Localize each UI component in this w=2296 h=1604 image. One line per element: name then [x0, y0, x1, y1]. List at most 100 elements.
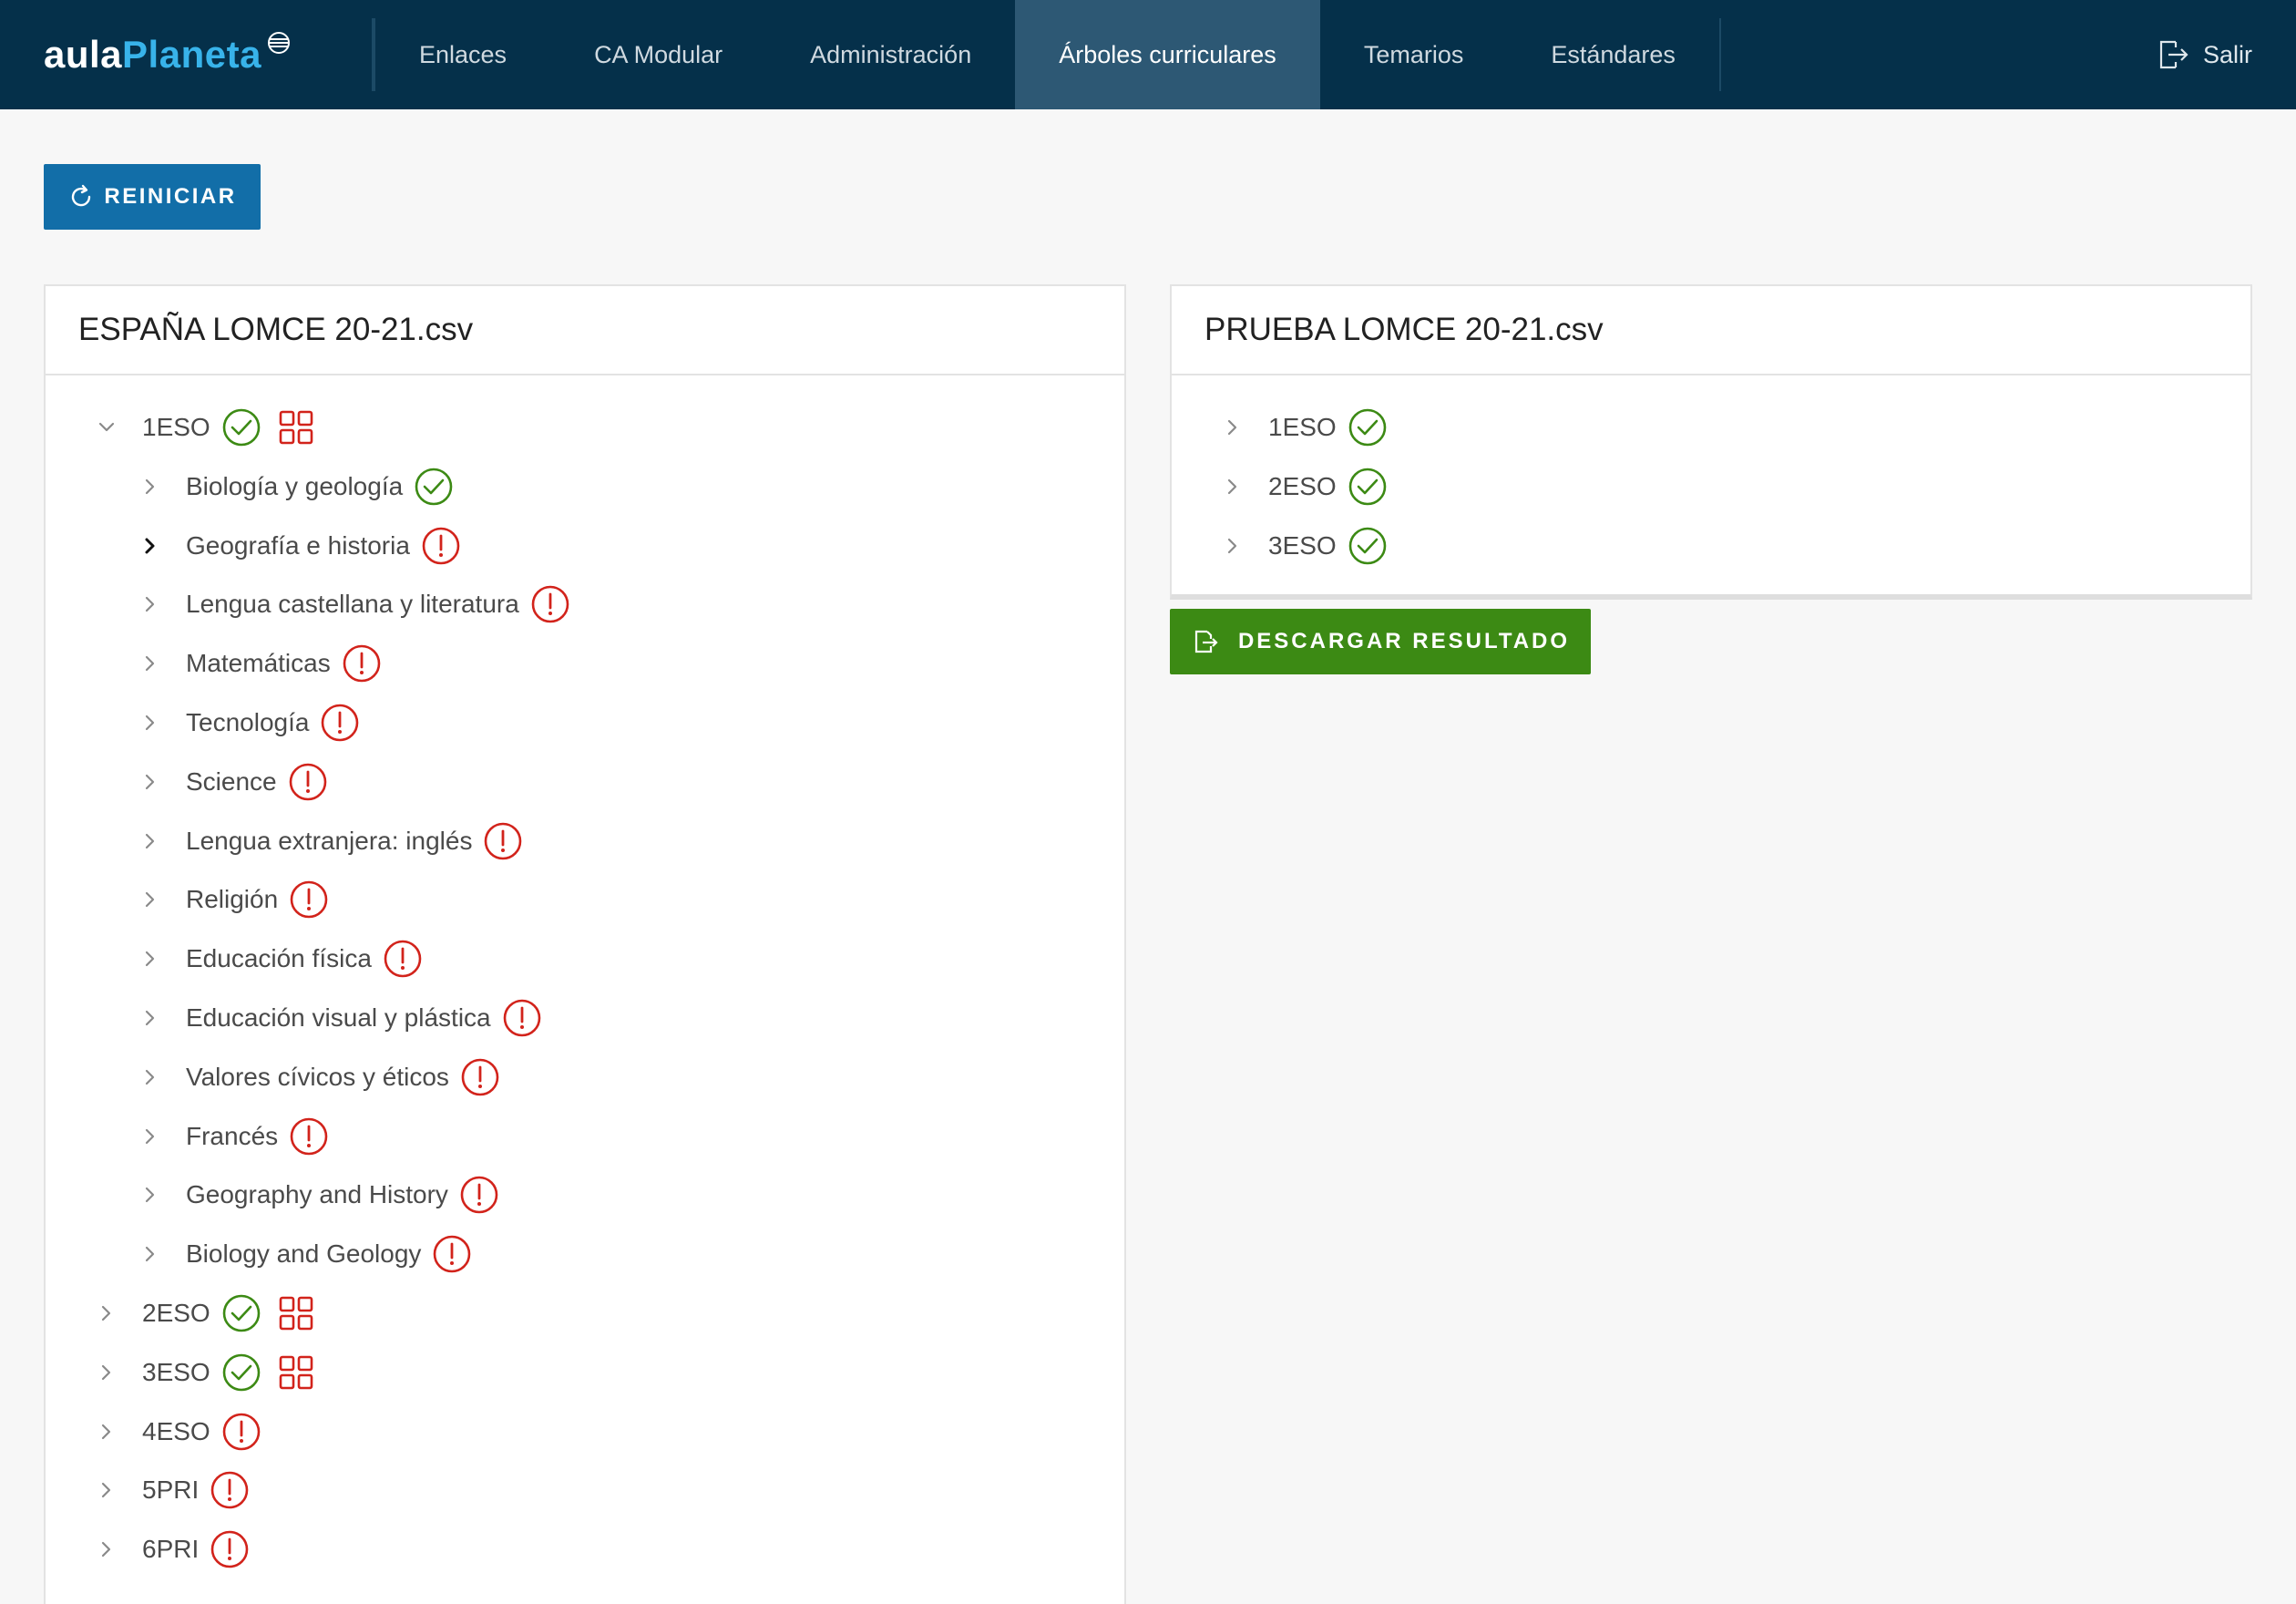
source-panel-title: ESPAÑA LOMCE 20-21.csv	[46, 286, 1124, 375]
globe-icon	[267, 32, 290, 54]
tree-node-label: Educación visual y plástica	[186, 1003, 491, 1032]
chevron-right-icon[interactable]	[140, 889, 160, 910]
chevron-right-icon[interactable]	[140, 713, 160, 733]
chevron-right-icon[interactable]	[140, 653, 160, 673]
nav-divider	[1718, 18, 1721, 91]
tree-node-label: 2ESO	[1268, 471, 1337, 500]
download-result-button[interactable]: DESCARGAR RESULTADO	[1170, 609, 1591, 674]
chevron-right-icon[interactable]	[1223, 536, 1243, 556]
tree-row[interactable]: Lengua castellana y literatura	[140, 577, 579, 632]
warning-circle-icon	[421, 526, 461, 566]
tree-node-label: 3ESO	[142, 1357, 210, 1386]
chevron-right-icon[interactable]	[140, 831, 160, 851]
brand-logo[interactable]: aula Planeta	[0, 18, 374, 91]
chevron-right-icon[interactable]	[140, 772, 160, 792]
nav-item-5[interactable]: Estándares	[1507, 0, 1719, 109]
chevron-right-icon[interactable]	[140, 1185, 160, 1205]
chevron-right-icon[interactable]	[97, 1422, 117, 1442]
chevron-right-icon[interactable]	[140, 1067, 160, 1087]
chevron-right-icon[interactable]	[97, 1539, 117, 1559]
result-panel-title: PRUEBA LOMCE 20-21.csv	[1172, 286, 2250, 375]
chevron-right-icon[interactable]	[97, 1480, 117, 1500]
check-circle-icon	[1348, 407, 1388, 447]
warning-circle-icon	[383, 939, 423, 979]
chevron-down-icon[interactable]	[97, 417, 117, 437]
check-circle-icon	[221, 407, 261, 447]
tree-row[interactable]: Lengua extranjera: inglés	[140, 814, 532, 869]
brand-name-part2: Planeta	[122, 33, 261, 76]
chevron-right-icon[interactable]	[1223, 417, 1243, 437]
tree-node-label: 2ESO	[142, 1299, 210, 1327]
tree-row[interactable]: Science	[140, 755, 337, 809]
chevron-right-icon[interactable]	[140, 1244, 160, 1264]
tree-row[interactable]: 3ESO	[1223, 519, 1397, 573]
nav-item-4[interactable]: Temarios	[1320, 0, 1508, 109]
tree-row[interactable]: 4ESO	[97, 1404, 271, 1459]
tree-row[interactable]: 3ESO	[97, 1345, 323, 1400]
tree-row[interactable]: Geografía e historia	[140, 519, 470, 573]
warning-circle-icon	[210, 1529, 250, 1569]
warning-circle-icon	[288, 762, 328, 802]
chevron-right-icon[interactable]	[140, 1126, 160, 1146]
reset-button[interactable]: REINICIAR	[44, 164, 261, 230]
tree-row[interactable]: Geography and History	[140, 1167, 508, 1222]
grid-view-icon[interactable]	[278, 1295, 314, 1332]
warning-circle-icon	[432, 1234, 472, 1274]
tree-node-label: 1ESO	[1268, 413, 1337, 441]
tree-node-label: 3ESO	[1268, 530, 1337, 560]
tree-row[interactable]: Biología y geología	[140, 459, 463, 514]
chevron-right-icon[interactable]	[140, 536, 160, 556]
nav-item-0[interactable]: Enlaces	[375, 0, 550, 109]
check-circle-icon	[414, 467, 454, 507]
tree-node-label: Matemáticas	[186, 649, 331, 678]
nav-item-3[interactable]: Árboles curriculares	[1015, 0, 1320, 109]
tree-row[interactable]: 6PRI	[97, 1522, 259, 1577]
export-file-icon	[1194, 630, 1218, 653]
chevron-right-icon[interactable]	[1223, 477, 1243, 497]
exit-label: Salir	[2202, 40, 2252, 68]
chevron-right-icon[interactable]	[140, 594, 160, 614]
check-circle-icon	[1348, 467, 1388, 507]
tree-node-label: 1ESO	[142, 413, 210, 441]
tree-node-label: 4ESO	[142, 1416, 210, 1445]
tree-row[interactable]: Valores cívicos y éticos	[140, 1050, 509, 1105]
nav-item-2[interactable]: Administración	[766, 0, 1015, 109]
logout-icon	[2159, 40, 2188, 69]
tree-row[interactable]: Biology and Geology	[140, 1227, 481, 1281]
tree-row[interactable]: 2ESO	[97, 1286, 323, 1341]
reset-label: REINICIAR	[104, 184, 237, 209]
tree-row[interactable]: 2ESO	[1223, 459, 1397, 514]
tree-node-label: Biology and Geology	[186, 1239, 422, 1269]
warning-circle-icon	[210, 1470, 250, 1510]
tree-row[interactable]: 1ESO	[97, 400, 323, 455]
tree-row[interactable]: 5PRI	[97, 1463, 259, 1517]
tree-node-label: 5PRI	[142, 1475, 200, 1505]
warning-circle-icon	[289, 1116, 329, 1157]
check-circle-icon	[1348, 526, 1388, 566]
grid-view-icon[interactable]	[278, 409, 314, 446]
nav-item-1[interactable]: CA Modular	[550, 0, 766, 109]
tree-row[interactable]: Educación física	[140, 931, 432, 986]
tree-row[interactable]: Francés	[140, 1109, 338, 1164]
chevron-right-icon[interactable]	[97, 1303, 117, 1323]
tree-node-label: Educación física	[186, 944, 372, 973]
warning-circle-icon	[483, 821, 523, 861]
tree-node-label: Tecnología	[186, 708, 310, 736]
tree-row[interactable]: 1ESO	[1223, 400, 1397, 455]
tree-row[interactable]: Matemáticas	[140, 636, 391, 691]
refresh-icon	[72, 184, 91, 207]
tree-node-label: Lengua castellana y literatura	[186, 590, 519, 619]
exit-button[interactable]: Salir	[2154, 0, 2296, 109]
chevron-right-icon[interactable]	[97, 1362, 117, 1383]
warning-circle-icon	[320, 703, 360, 743]
chevron-right-icon[interactable]	[140, 1008, 160, 1028]
tree-row[interactable]: Educación visual y plástica	[140, 991, 551, 1045]
chevron-right-icon[interactable]	[140, 477, 160, 497]
warning-circle-icon	[459, 1175, 499, 1215]
tree-row[interactable]: Tecnología	[140, 695, 369, 750]
warning-circle-icon	[342, 643, 382, 684]
grid-view-icon[interactable]	[278, 1354, 314, 1391]
tree-row[interactable]: Religión	[140, 872, 338, 927]
chevron-right-icon[interactable]	[140, 949, 160, 969]
tree-node-label: Lengua extranjera: inglés	[186, 826, 473, 855]
